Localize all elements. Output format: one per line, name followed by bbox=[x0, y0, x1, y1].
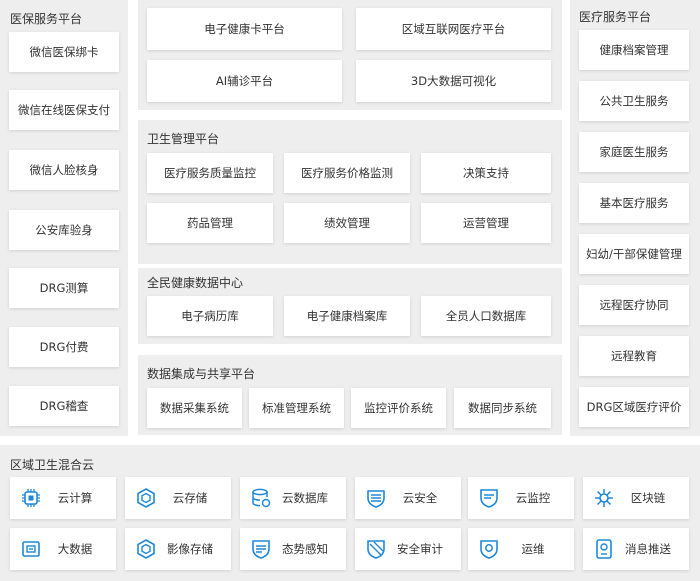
left-item[interactable]: DRG稽查 bbox=[9, 386, 119, 426]
ops-icon bbox=[478, 538, 500, 560]
cloud-item-label: 态势感知 bbox=[282, 542, 328, 556]
integration-item[interactable]: 标准管理系统 bbox=[249, 388, 344, 428]
right-item[interactable]: 远程医疗协同 bbox=[579, 285, 689, 325]
left-item[interactable]: 公安库验身 bbox=[9, 210, 119, 250]
left-item[interactable]: DRG付费 bbox=[9, 327, 119, 367]
monitor-icon bbox=[478, 487, 500, 509]
cloud-item-label: 云计算 bbox=[57, 491, 93, 505]
cloud-item-message-push[interactable]: 消息推送 bbox=[583, 528, 689, 570]
left-item[interactable]: DRG测算 bbox=[9, 268, 119, 308]
right-item[interactable]: 基本医疗服务 bbox=[579, 183, 689, 223]
health-mgmt-item[interactable]: 医疗服务质量监控 bbox=[147, 153, 273, 193]
left-item[interactable]: 微信在线医保支付 bbox=[9, 90, 119, 130]
health-mgmt-item[interactable]: 药品管理 bbox=[147, 203, 273, 243]
chip-icon bbox=[20, 487, 42, 509]
cloud-item-cloud-database[interactable]: 云数据库 bbox=[240, 477, 346, 519]
cloud-item-label: 区块链 bbox=[630, 491, 666, 505]
cloud-item-situation-awareness[interactable]: 态势感知 bbox=[240, 528, 346, 570]
security-icon bbox=[365, 487, 387, 509]
top-item[interactable]: 电子健康卡平台 bbox=[147, 8, 342, 50]
integration-item[interactable]: 数据采集系统 bbox=[147, 388, 242, 428]
audit-shield-icon bbox=[365, 538, 387, 560]
left-item[interactable]: 微信人脸核身 bbox=[9, 150, 119, 190]
cloud-item-cloud-security[interactable]: 云安全 bbox=[355, 477, 461, 519]
cloud-item-label: 云安全 bbox=[402, 491, 438, 505]
health-mgmt-item[interactable]: 决策支持 bbox=[421, 153, 551, 193]
right-item[interactable]: 家庭医生服务 bbox=[579, 132, 689, 172]
cloud-item-blockchain[interactable]: 区块链 bbox=[583, 477, 689, 519]
data-center-item[interactable]: 电子病历库 bbox=[147, 296, 273, 336]
health-mgmt-item[interactable]: 运营管理 bbox=[421, 203, 551, 243]
cloud-item-cloud-storage[interactable]: 云存储 bbox=[125, 477, 231, 519]
right-item[interactable]: 妇幼/干部保健管理 bbox=[579, 234, 689, 274]
data-center-title: 全民健康数据中心 bbox=[147, 276, 244, 290]
cloud-item-security-audit[interactable]: 安全审计 bbox=[355, 528, 461, 570]
right-item[interactable]: 远程教育 bbox=[579, 336, 689, 376]
medical-insurance-title: 医保服务平台 bbox=[10, 12, 83, 26]
integration-title: 数据集成与共享平台 bbox=[147, 367, 256, 381]
cloud-item-operations[interactable]: 运维 bbox=[468, 528, 574, 570]
blockchain-icon bbox=[593, 487, 615, 509]
image-storage-icon bbox=[135, 538, 157, 560]
health-mgmt-item[interactable]: 医疗服务价格监测 bbox=[284, 153, 410, 193]
cloud-item-label: 云监控 bbox=[515, 491, 551, 505]
cloud-item-image-storage[interactable]: 影像存储 bbox=[125, 528, 231, 570]
hybrid-cloud-panel: 区域卫生混合云 云计算 云存储 云数据库 云安全 云监控 区块链 大数据 影像存… bbox=[0, 445, 700, 581]
cloud-item-label: 影像存储 bbox=[167, 542, 213, 556]
top-item[interactable]: AI辅诊平台 bbox=[147, 60, 342, 102]
top-item[interactable]: 区域互联网医疗平台 bbox=[356, 8, 551, 50]
cloud-item-label: 云数据库 bbox=[282, 491, 328, 505]
right-item[interactable]: 公共卫生服务 bbox=[579, 81, 689, 121]
bigdata-icon bbox=[20, 538, 42, 560]
right-item[interactable]: 健康档案管理 bbox=[579, 30, 689, 70]
integration-item[interactable]: 监控评价系统 bbox=[351, 388, 446, 428]
cloud-item-cloud-monitor[interactable]: 云监控 bbox=[468, 477, 574, 519]
cloud-item-cloud-computing[interactable]: 云计算 bbox=[10, 477, 116, 519]
awareness-icon bbox=[250, 538, 272, 560]
cloud-item-big-data[interactable]: 大数据 bbox=[10, 528, 116, 570]
data-center-item[interactable]: 电子健康档案库 bbox=[284, 296, 410, 336]
cloud-item-label: 云存储 bbox=[172, 491, 208, 505]
data-center-item[interactable]: 全员人口数据库 bbox=[421, 296, 551, 336]
hybrid-cloud-title: 区域卫生混合云 bbox=[10, 458, 95, 472]
top-item[interactable]: 3D大数据可视化 bbox=[356, 60, 551, 102]
cloud-storage-icon bbox=[135, 487, 157, 509]
health-mgmt-title: 卫生管理平台 bbox=[147, 132, 220, 146]
left-item[interactable]: 微信医保绑卡 bbox=[9, 32, 119, 72]
integration-item[interactable]: 数据同步系统 bbox=[454, 388, 551, 428]
health-mgmt-item[interactable]: 绩效管理 bbox=[284, 203, 410, 243]
database-icon bbox=[250, 487, 272, 509]
cloud-item-label: 大数据 bbox=[57, 542, 93, 556]
cloud-item-label: 安全审计 bbox=[397, 542, 443, 556]
cloud-item-label: 消息推送 bbox=[625, 542, 671, 556]
message-push-icon bbox=[593, 538, 615, 560]
cloud-item-label: 运维 bbox=[521, 542, 545, 556]
right-item[interactable]: DRG区域医疗评价 bbox=[579, 387, 689, 427]
medical-service-title: 医疗服务平台 bbox=[579, 10, 652, 24]
